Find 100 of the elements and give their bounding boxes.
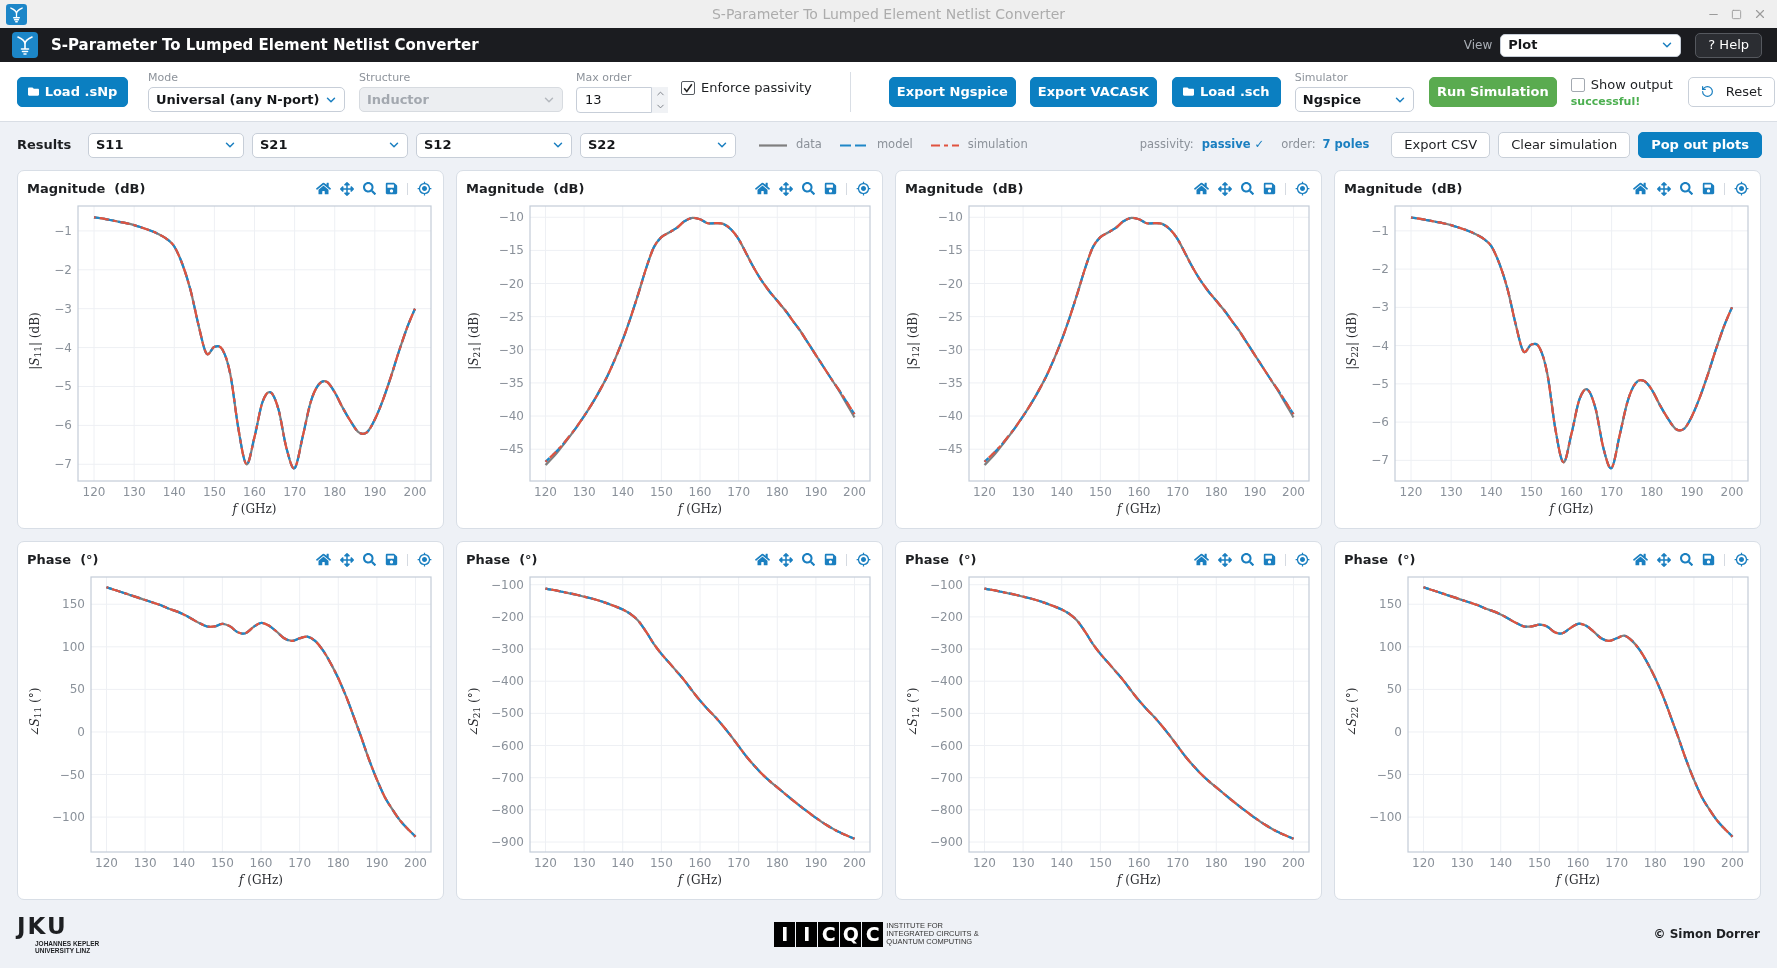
y-tick-label: −800	[930, 802, 963, 817]
logo-letter-tile: I	[796, 921, 818, 947]
logo-letter-tile: C	[862, 921, 884, 947]
plot-title: Phase (°)	[905, 550, 977, 569]
x-tick-label: 180	[1204, 485, 1228, 499]
y-tick-label: −700	[491, 770, 524, 785]
y-tick-label: −35	[937, 375, 963, 390]
view-label: View	[1463, 37, 1493, 54]
x-tick-label: 140	[611, 485, 635, 499]
x-axis-label: f (GHz)	[232, 501, 277, 518]
y-tick-label: −3	[54, 301, 72, 316]
y-tick-label: −25	[937, 309, 963, 324]
y-tick-label: −35	[498, 375, 524, 390]
y-tick-label: −25	[498, 309, 524, 324]
y-tick-label: −7	[54, 457, 72, 472]
x-tick-label: 120	[973, 485, 996, 499]
x-axis-label: f (GHz)	[678, 872, 722, 889]
x-tick-label: 120	[534, 485, 557, 499]
field-label: Mode	[148, 71, 179, 84]
status-text: successful!	[1570, 95, 1642, 109]
x-tick-label: 200	[843, 485, 866, 499]
y-tick-label: −40	[937, 409, 963, 424]
x-tick-label: 120	[1399, 485, 1423, 499]
checkbox-label: Show output	[1590, 75, 1673, 94]
y-tick-label: −10	[498, 210, 524, 225]
y-tick-label: −400	[491, 674, 524, 689]
y-tick-label: −2	[54, 262, 72, 277]
y-tick-label: 150	[1379, 597, 1402, 612]
x-tick-label: 170	[727, 485, 751, 499]
passivity-value: passive ✓	[1201, 136, 1265, 154]
y-tick-label: 0	[77, 724, 85, 739]
x-tick-label: 140	[1050, 485, 1074, 499]
x-tick-label: 130	[572, 485, 596, 499]
y-tick-label: −1	[1371, 223, 1389, 238]
x-tick-label: 130	[122, 485, 146, 499]
x-tick-label: 170	[288, 856, 312, 870]
copyright-text: © Simon Dorrer	[1653, 926, 1760, 943]
plot-title: Phase (°)	[466, 550, 538, 569]
x-tick-label: 160	[1560, 485, 1583, 499]
y-tick-label: 50	[1386, 682, 1402, 697]
y-tick-label: −7	[1371, 453, 1389, 468]
x-tick-label: 130	[1011, 856, 1035, 870]
y-tick-label: −200	[491, 609, 524, 624]
x-tick-label: 140	[1489, 856, 1513, 870]
order-label: order:	[1281, 136, 1316, 154]
x-tick-label: 190	[804, 485, 828, 499]
y-tick-label: −600	[930, 738, 963, 753]
x-tick-label: 170	[1166, 856, 1190, 870]
y-tick-label: −6	[1371, 415, 1389, 430]
x-axis-label: f (GHz)	[1117, 872, 1161, 889]
logo-wordmark: JKU	[17, 914, 68, 937]
y-tick-label: −100	[1369, 810, 1402, 825]
y-tick-label: −400	[930, 674, 963, 689]
x-tick-label: 190	[1682, 856, 1706, 870]
logo-letter-tile: I	[774, 921, 796, 947]
y-tick-label: −300	[491, 642, 524, 657]
field-label: Simulator	[1294, 71, 1349, 84]
x-tick-label: 140	[172, 856, 196, 870]
x-tick-label: 150	[1527, 856, 1551, 870]
x-tick-label: 200	[404, 856, 427, 870]
field-label: Structure	[359, 71, 412, 84]
x-tick-label: 180	[1640, 485, 1664, 499]
legend-label: model	[876, 136, 913, 154]
y-tick-label: −800	[491, 802, 524, 817]
y-tick-label: −6	[54, 418, 72, 433]
x-tick-label: 130	[572, 856, 596, 870]
x-tick-label: 190	[365, 856, 389, 870]
x-tick-label: 140	[162, 485, 186, 499]
y-tick-label: −100	[491, 577, 524, 592]
x-tick-label: 160	[1127, 485, 1151, 499]
x-tick-label: 160	[1566, 856, 1590, 870]
y-tick-label: −600	[491, 738, 524, 753]
plot-title: Magnitude (dB)	[27, 179, 146, 198]
y-tick-label: −10	[937, 210, 963, 225]
y-tick-label: −45	[937, 442, 963, 457]
y-tick-label: −4	[1371, 338, 1389, 353]
x-axis-label: f (GHz)	[1117, 501, 1161, 518]
x-tick-label: 180	[1204, 856, 1228, 870]
x-tick-label: 190	[804, 856, 828, 870]
plot-title: Phase (°)	[27, 550, 99, 569]
y-tick-label: 0	[1394, 724, 1402, 739]
y-tick-label: −1	[54, 223, 72, 238]
x-tick-label: 200	[1721, 856, 1744, 870]
x-tick-label: 170	[1600, 485, 1624, 499]
x-tick-label: 160	[688, 485, 712, 499]
x-tick-label: 130	[1011, 485, 1035, 499]
y-tick-label: −900	[491, 835, 524, 850]
x-tick-label: 130	[133, 856, 157, 870]
y-tick-label: −20	[498, 276, 524, 291]
x-axis-label: f (GHz)	[678, 501, 722, 518]
x-tick-label: 160	[243, 485, 266, 499]
y-tick-label: 150	[62, 597, 85, 612]
x-tick-label: 150	[649, 856, 673, 870]
y-tick-label: −30	[498, 342, 524, 357]
x-tick-label: 200	[403, 485, 427, 499]
y-tick-label: −700	[930, 770, 963, 785]
legend-label: data	[796, 136, 822, 154]
x-axis-label: f (GHz)	[1549, 501, 1594, 518]
x-tick-label: 170	[1166, 485, 1190, 499]
plot-title: Magnitude (dB)	[905, 179, 1024, 198]
